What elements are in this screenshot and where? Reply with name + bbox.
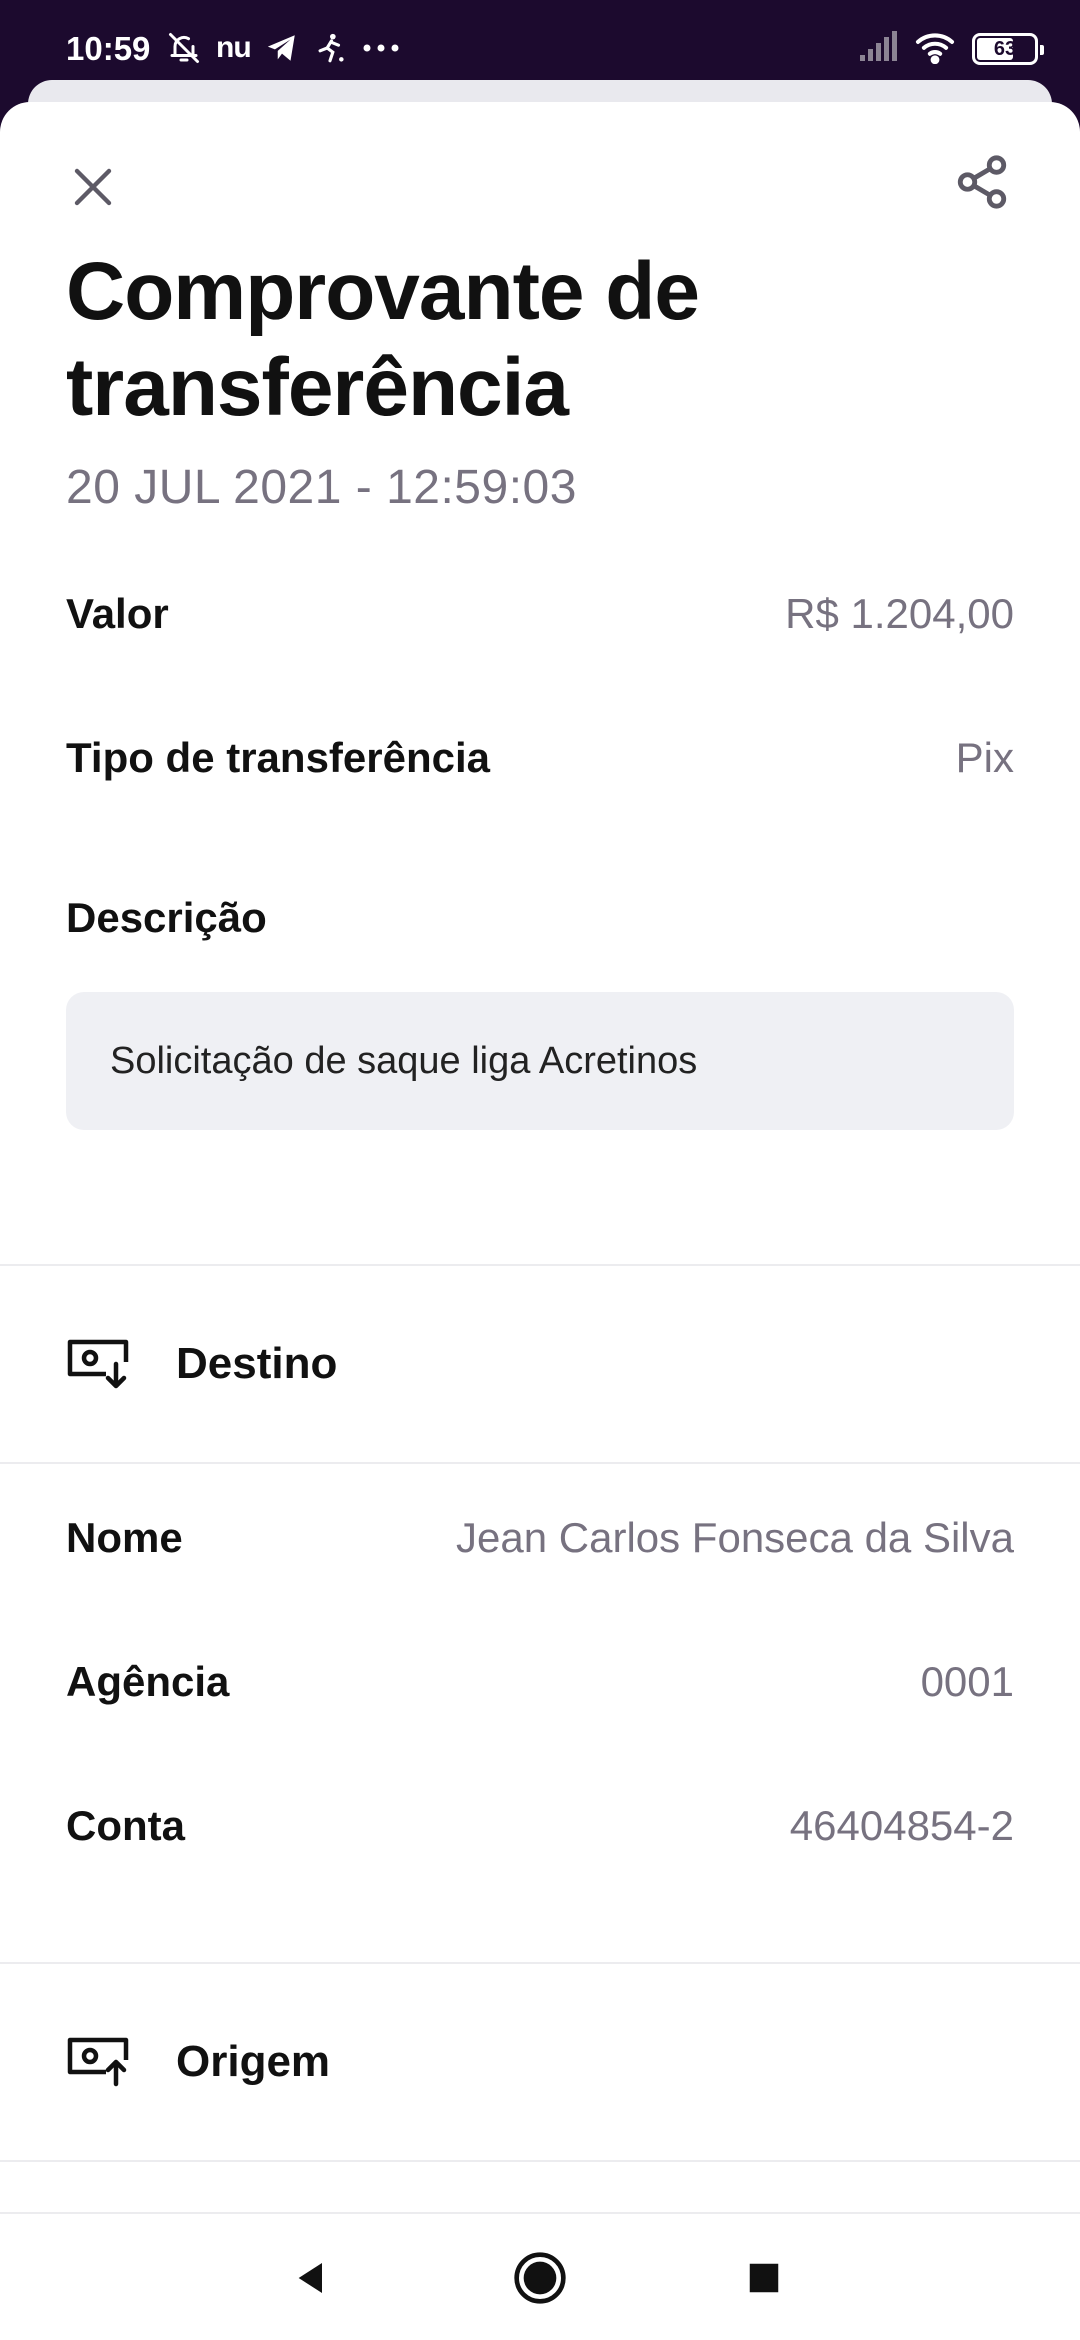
nome-row: Nome Jean Carlos Fonseca da Silva <box>66 1508 1014 1568</box>
conta-label: Conta <box>66 1802 185 1849</box>
valor-value: R$ 1.204,00 <box>785 590 1014 637</box>
agencia-label: Agência <box>66 1658 230 1705</box>
battery-icon: 63 <box>972 33 1044 65</box>
home-icon <box>514 2252 566 2304</box>
receipt-date: 20 JUL 2021 - 12:59:03 <box>66 461 577 514</box>
origem-title: Origem <box>176 2037 331 2086</box>
tipo-label: Tipo de transferência <box>66 734 491 781</box>
share-button[interactable] <box>944 144 1020 220</box>
destino-title: Destino <box>176 1339 338 1388</box>
receipt-sheet: Comprovante de transferência 20 JUL 2021… <box>0 102 1080 2212</box>
divider <box>0 1962 1080 1964</box>
status-time: 10:59 <box>66 30 151 67</box>
tipo-value: Pix <box>955 734 1014 781</box>
money-in-icon <box>67 1339 129 1389</box>
divider <box>0 1264 1080 1266</box>
agencia-value: 0001 <box>920 1658 1014 1705</box>
nav-recents-button[interactable] <box>728 2242 800 2314</box>
valor-row: Valor R$ 1.204,00 <box>66 584 1014 644</box>
wifi-icon <box>914 30 956 69</box>
money-out-icon <box>67 2037 129 2087</box>
conta-row: Conta 46404854-2 <box>66 1796 1014 1856</box>
nome-label: Nome <box>66 1514 183 1561</box>
back-icon <box>298 2263 322 2293</box>
recents-icon <box>749 2263 779 2293</box>
muted-icon <box>166 30 202 66</box>
status-icons-right: 63 <box>858 28 1044 70</box>
telegram-icon <box>265 31 299 65</box>
more-dots-icon <box>361 42 401 54</box>
nav-home-button[interactable] <box>504 2242 576 2314</box>
descricao-label: Descrição <box>66 894 267 941</box>
battery-level: 63 <box>993 37 1017 60</box>
nav-back-button[interactable] <box>276 2242 348 2314</box>
divider <box>0 2160 1080 2162</box>
title-line-2: transferência <box>66 342 569 433</box>
status-icons-left: nu <box>166 28 401 68</box>
descricao-box: Solicitação de saque liga Acretinos <box>66 992 1014 1130</box>
share-icon <box>957 155 1007 209</box>
signal-icon <box>858 30 898 68</box>
page-title: Comprovante de transferência <box>66 244 966 436</box>
close-button[interactable] <box>56 150 130 224</box>
origem-section-header: Origem <box>66 2022 666 2102</box>
title-line-1: Comprovante de <box>66 246 700 337</box>
destino-section-header: Destino <box>66 1324 666 1404</box>
tipo-row: Tipo de transferência Pix <box>66 728 1014 788</box>
close-icon <box>74 168 112 206</box>
conta-value: 46404854-2 <box>789 1802 1014 1849</box>
agencia-row: Agência 0001 <box>66 1652 1014 1712</box>
divider <box>0 1462 1080 1464</box>
valor-label: Valor <box>66 590 169 637</box>
nome-value: Jean Carlos Fonseca da Silva <box>456 1514 1014 1561</box>
system-nav-bar <box>0 2212 1080 2340</box>
soccer-icon <box>313 31 347 65</box>
nubank-icon: nu <box>216 31 252 64</box>
